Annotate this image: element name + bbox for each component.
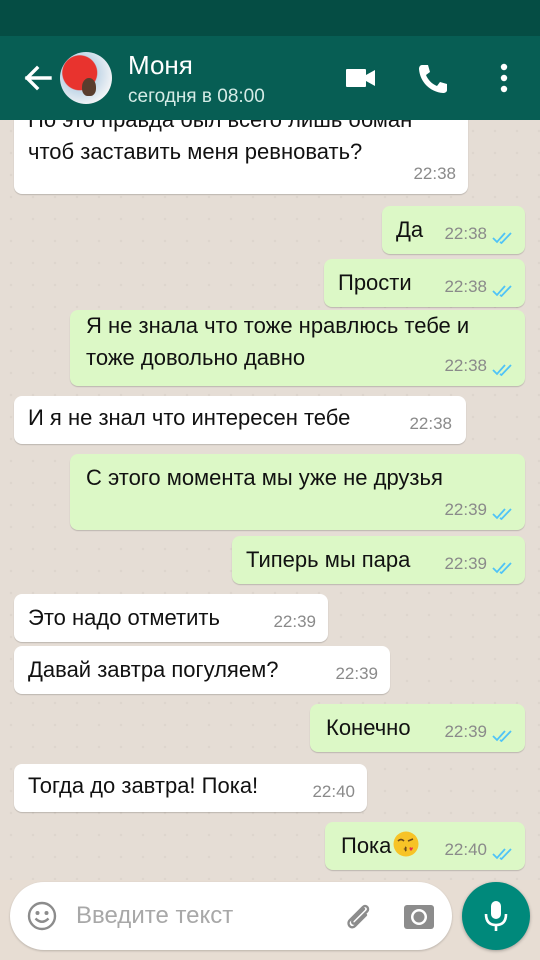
message-text: И я не знал что интересен тебе (28, 405, 351, 430)
more-options-button[interactable] (484, 60, 524, 96)
back-arrow-icon (24, 65, 52, 91)
message-time: 22:39 (444, 722, 487, 741)
message-text-content: Пока (341, 833, 392, 858)
message-composer (10, 882, 452, 950)
read-ticks-icon (492, 730, 512, 743)
message-text: Я не знала что тоже нравлюсь тебе и тоже… (86, 313, 470, 370)
message-text: Конечно (326, 715, 411, 740)
message-bubble-incoming[interactable]: Тогда до завтра! Пока! 22:40 (14, 764, 367, 812)
read-ticks-icon (492, 562, 512, 575)
message-bubble-outgoing[interactable]: Я не знала что тоже нравлюсь тебе и тоже… (70, 310, 525, 386)
camera-icon[interactable] (402, 900, 436, 932)
message-time: 22:38 (444, 224, 487, 243)
read-ticks-icon (492, 848, 512, 861)
message-bubble-outgoing[interactable]: Типерь мы пара 22:39 (232, 536, 525, 584)
message-bubble-incoming[interactable]: И я не знал что интересен тебе 22:38 (14, 396, 466, 444)
emoji-icon[interactable] (26, 900, 58, 932)
kissing-face-emoji-icon (393, 831, 419, 857)
message-time: 22:40 (444, 840, 487, 859)
message-time: 22:39 (273, 612, 316, 631)
message-bubble-incoming[interactable]: Но это правда был всего лишь обман чтоб … (14, 120, 468, 194)
message-text: Но это правда был всего лишь обман (28, 120, 412, 136)
read-ticks-icon (492, 232, 512, 245)
message-text: Да (396, 217, 424, 242)
message-text: чтоб заставить меня ревновать? (28, 139, 363, 164)
message-text: Тогда до завтра! Пока! (28, 773, 259, 798)
phone-icon (419, 65, 447, 93)
contact-name[interactable]: Моня (128, 50, 193, 81)
video-call-button[interactable] (340, 60, 380, 96)
message-bubble-outgoing[interactable]: Да 22:38 (382, 206, 525, 254)
message-time: 22:39 (444, 554, 487, 573)
status-bar (0, 0, 540, 36)
read-ticks-icon (492, 364, 512, 377)
attach-icon[interactable] (342, 900, 374, 932)
message-list[interactable]: Но это правда был всего лишь обман чтоб … (0, 120, 540, 880)
chat-header: Моня сегодня в 08:00 (0, 36, 540, 120)
message-time: 22:38 (444, 277, 487, 296)
message-bubble-incoming[interactable]: Давай завтра погуляем? 22:39 (14, 646, 390, 694)
message-text: С этого момента мы уже не друзья (86, 465, 443, 490)
message-time: 22:39 (444, 500, 487, 519)
message-text: Прости (338, 270, 412, 295)
more-vert-icon (500, 63, 508, 93)
message-bubble-outgoing[interactable]: С этого момента мы уже не друзья 22:39 (70, 454, 525, 530)
message-time: 22:38 (444, 356, 487, 375)
last-seen-status: сегодня в 08:00 (128, 86, 265, 107)
voice-call-button[interactable] (412, 60, 452, 96)
message-time: 22:40 (312, 782, 355, 801)
message-text: Давай завтра погуляем? (28, 657, 279, 682)
avatar-face (82, 78, 96, 96)
read-ticks-icon (492, 508, 512, 521)
read-ticks-icon (492, 285, 512, 298)
message-bubble-outgoing[interactable]: Пока 22:40 (325, 822, 525, 870)
message-input[interactable] (76, 896, 336, 936)
message-bubble-incoming[interactable]: Это надо отметить 22:39 (14, 594, 328, 642)
video-call-icon (346, 69, 375, 87)
avatar[interactable] (60, 52, 112, 104)
back-button[interactable] (18, 60, 58, 96)
message-text: Это надо отметить (28, 605, 220, 630)
message-text: Типерь мы пара (246, 547, 411, 572)
mic-icon (484, 901, 508, 931)
message-bubble-outgoing[interactable]: Прости 22:38 (324, 259, 525, 307)
message-bubble-outgoing[interactable]: Конечно 22:39 (310, 704, 525, 752)
message-text: Пока (341, 830, 420, 862)
voice-record-button[interactable] (462, 882, 530, 950)
message-time: 22:38 (413, 164, 456, 183)
message-time: 22:39 (335, 664, 378, 683)
message-time: 22:38 (409, 414, 452, 433)
